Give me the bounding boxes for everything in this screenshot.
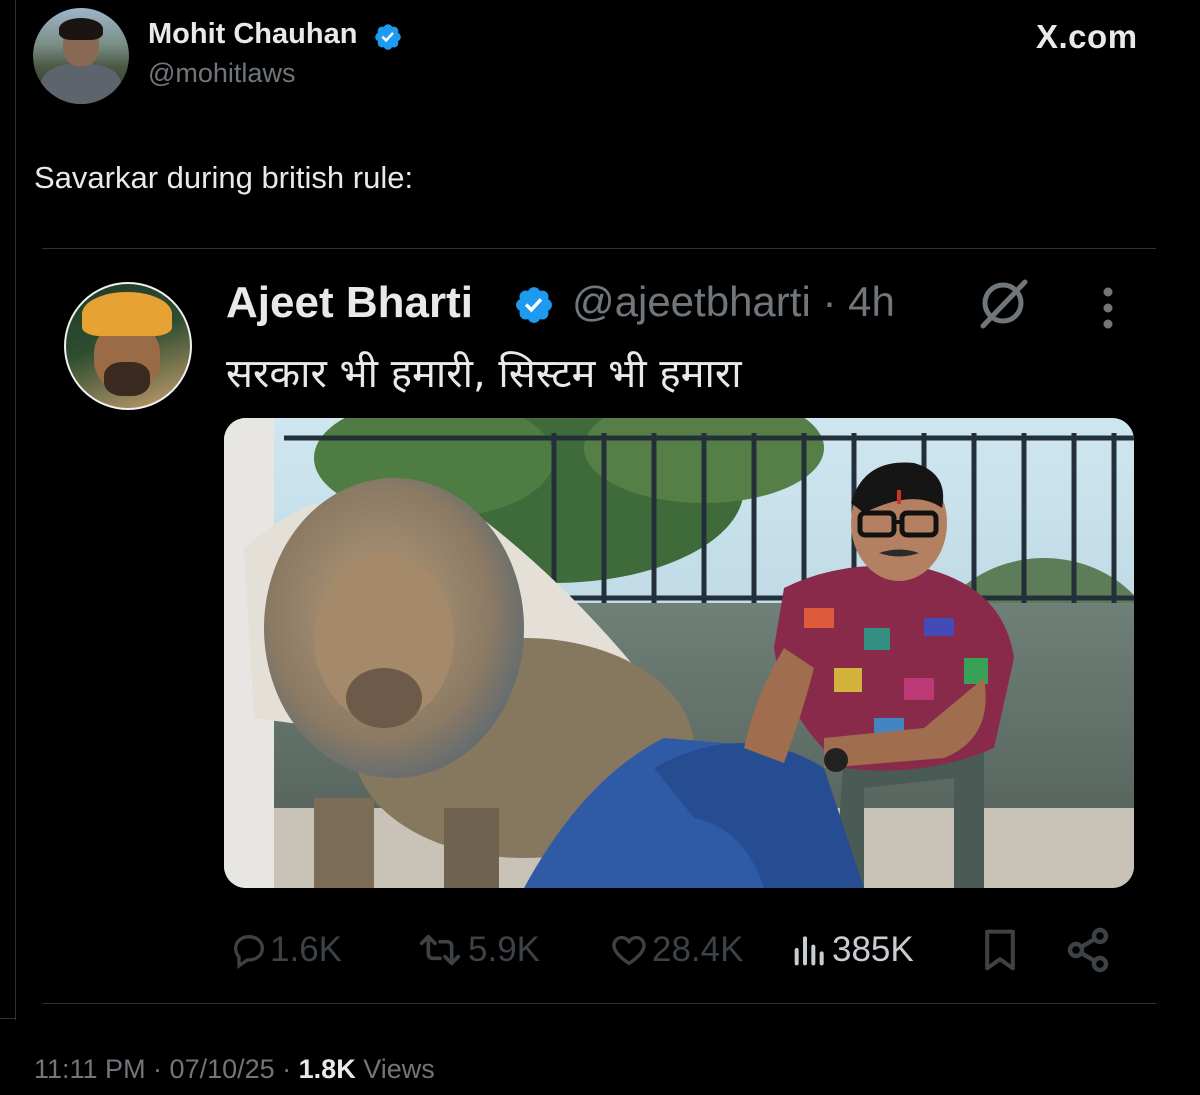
divider <box>42 248 1156 249</box>
brand-logo: X.com <box>1036 18 1138 55</box>
like-icon <box>612 935 646 966</box>
author-avatar[interactable] <box>33 8 129 104</box>
tweet-meta: 11:11 PM · 07/10/25 · 1.8K Views <box>34 1054 435 1085</box>
reply-icon <box>233 934 265 970</box>
share-icon <box>1067 927 1109 973</box>
reply-button[interactable]: 1.6K <box>228 922 342 978</box>
quoted-tweet-text: सरकार भी हमारी, सिस्टम भी हमारा <box>226 351 742 397</box>
views-count: 385K <box>832 930 914 969</box>
tweet-views-label: Views <box>355 1054 435 1084</box>
frame-line <box>15 0 16 1020</box>
quoted-author-handle[interactable]: @ajeetbharti · 4h <box>572 278 895 326</box>
repost-count: 5.9K <box>468 930 540 969</box>
like-count: 28.4K <box>652 930 744 969</box>
share-button[interactable] <box>1064 922 1112 978</box>
tweet-view-count: 1.8K <box>298 1054 356 1084</box>
repost-button[interactable]: 5.9K <box>412 922 540 978</box>
quoted-handle-text: @ajeetbharti <box>572 278 811 325</box>
reply-count: 1.6K <box>270 930 342 969</box>
verified-badge-icon <box>375 24 401 50</box>
media-photo <box>224 418 1134 888</box>
author-name[interactable]: Mohit Chauhan <box>148 18 357 51</box>
quoted-timestamp[interactable]: · 4h <box>811 278 894 325</box>
more-icon[interactable] <box>1098 286 1118 330</box>
like-button[interactable]: 28.4K <box>606 922 743 978</box>
views-button[interactable]: 385K <box>788 922 914 978</box>
divider <box>42 1003 1156 1004</box>
author-handle[interactable]: @mohitlaws <box>148 58 295 89</box>
frame-line-bottom <box>0 1018 16 1019</box>
quoted-verified-badge-icon <box>516 287 552 323</box>
grok-icon[interactable] <box>975 276 1031 330</box>
quoted-avatar[interactable] <box>64 282 192 410</box>
quoted-author-name[interactable]: Ajeet Bharti <box>226 278 473 328</box>
repost-icon <box>419 934 461 966</box>
views-icon <box>794 936 824 966</box>
tweet-timestamp[interactable]: 11:11 PM · 07/10/25 · <box>34 1054 299 1084</box>
tweet-text: Savarkar during british rule: <box>34 160 414 195</box>
tweet-media-image[interactable] <box>224 418 1134 888</box>
bookmark-button[interactable] <box>978 922 1022 978</box>
bookmark-icon <box>985 929 1015 971</box>
